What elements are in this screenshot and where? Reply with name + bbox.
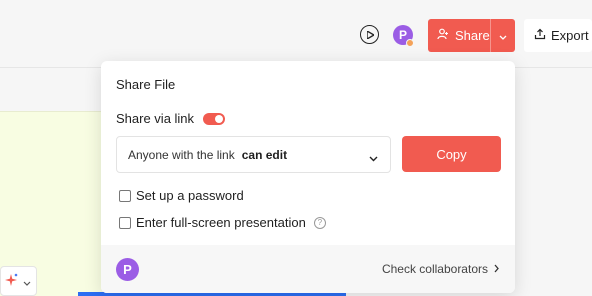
export-button[interactable]: Export (524, 19, 592, 52)
popover-title: Share File (116, 77, 176, 92)
add-user-icon (437, 28, 449, 43)
share-label: Share (455, 28, 490, 43)
play-icon[interactable] (360, 25, 379, 44)
copy-link-button[interactable]: Copy (402, 136, 501, 172)
chevron-down-icon (369, 151, 378, 165)
share-button[interactable]: Share (428, 19, 490, 52)
check-collaborators-link[interactable]: Check collaborators (382, 262, 499, 276)
export-label: Export (551, 28, 589, 43)
chevron-down-icon (499, 28, 507, 43)
permission-prefix: Anyone with the link (128, 147, 235, 162)
permission-value: can edit (241, 147, 288, 162)
password-option[interactable]: Set up a password (119, 188, 244, 203)
top-toolbar: P Share Export (0, 0, 592, 68)
avatar-status-badge (406, 39, 414, 47)
sparkle-icon (3, 272, 19, 291)
check-collaborators-label: Check collaborators (381, 262, 488, 276)
popover-footer: P Check collaborators (101, 245, 515, 293)
share-file-popover: Share File Share via link Anyone with th… (101, 61, 515, 293)
share-via-link-label: Share via link (116, 111, 195, 126)
fullscreen-option-label: Enter full-screen presentation (136, 215, 306, 230)
fullscreen-option[interactable]: Enter full-screen presentation ? (119, 215, 326, 230)
toggle-knob (215, 115, 223, 123)
password-checkbox[interactable] (119, 189, 131, 202)
chevron-down-icon (23, 274, 31, 289)
upload-icon (534, 28, 546, 43)
help-icon[interactable]: ? (313, 216, 326, 229)
share-options-dropdown[interactable] (491, 19, 515, 52)
share-button-group: Share (428, 19, 515, 52)
ai-assistant-button[interactable] (0, 266, 37, 296)
collaborator-avatar: P (116, 258, 139, 281)
share-via-link-toggle[interactable] (203, 113, 225, 125)
fullscreen-checkbox[interactable] (119, 216, 131, 229)
link-permission-select[interactable]: Anyone with the link can edit (116, 136, 391, 173)
password-option-label: Set up a password (136, 188, 244, 203)
chevron-right-icon (494, 262, 499, 276)
